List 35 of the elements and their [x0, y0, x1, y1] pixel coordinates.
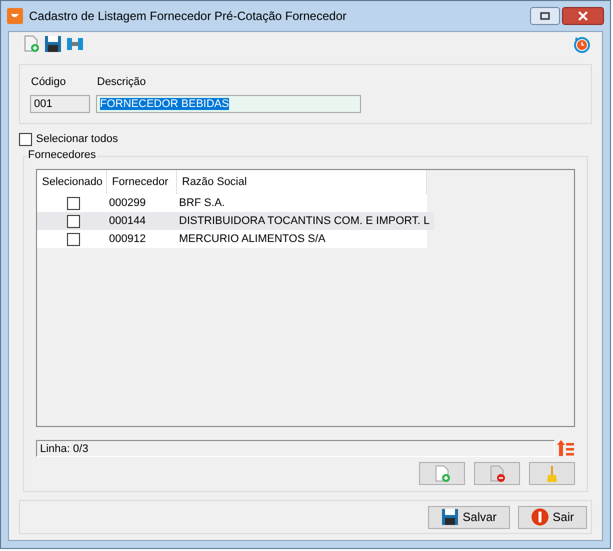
- new-document-icon: [433, 464, 451, 482]
- table-cell-text: 000912: [108, 232, 147, 247]
- close-icon: [578, 11, 588, 21]
- add-row-button[interactable]: [419, 462, 465, 485]
- group-title: Fornecedores: [27, 149, 97, 161]
- save-icon[interactable]: [44, 35, 62, 53]
- select-all-checkbox[interactable]: [19, 132, 32, 146]
- table-cell-text: MERCURIO ALIMENTOS S/A: [178, 232, 326, 247]
- close-button[interactable]: [562, 7, 604, 25]
- row-checkbox[interactable]: [66, 214, 80, 228]
- code-label: Código: [30, 76, 67, 88]
- code-field[interactable]: 001: [30, 94, 90, 112]
- history-icon[interactable]: [572, 34, 592, 54]
- row-counter: Linha: 0/3: [36, 440, 555, 456]
- row-checkbox[interactable]: [66, 232, 80, 246]
- table-cell-text: DISTRIBUIDORA TOCANTINS COM. E IMPORT. L: [178, 214, 431, 229]
- select-all-label: Selecionar todos: [36, 133, 118, 145]
- restore-button[interactable]: [530, 7, 560, 25]
- table-cell-text: 000144: [108, 214, 147, 229]
- exit-button[interactable]: Sair: [518, 506, 587, 528]
- sort-icon[interactable]: [557, 439, 575, 457]
- save-icon: [440, 508, 459, 526]
- remove-document-icon: [488, 464, 506, 482]
- save-button[interactable]: Salvar: [428, 506, 510, 528]
- app-icon: [7, 8, 23, 24]
- columns-icon[interactable]: [66, 35, 84, 53]
- row-checkbox[interactable]: [66, 196, 80, 210]
- description-field[interactable]: FORNECEDOR BEBIDAS: [96, 94, 361, 112]
- table-cell-text: 000299: [108, 196, 147, 211]
- table-cell-text: BRF S.A.: [178, 196, 226, 211]
- exit-icon: [530, 508, 549, 526]
- window-title: Cadastro de Listagem Fornecedor Pré-Cotação Fornecedor: [29, 9, 346, 23]
- description-label: Descrição: [96, 76, 147, 88]
- remove-row-button[interactable]: [474, 462, 520, 485]
- restore-icon: [540, 12, 550, 20]
